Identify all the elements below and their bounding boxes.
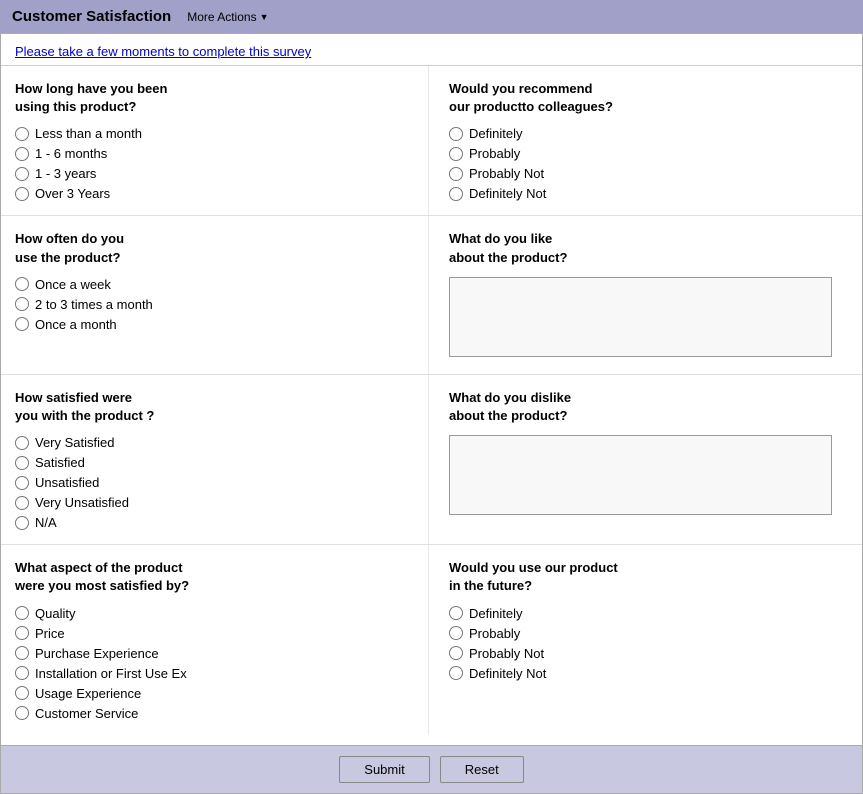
question-dislike-product: What do you dislikeabout the product? — [449, 389, 852, 425]
option-future-probably-not[interactable]: Probably Not — [449, 646, 852, 661]
section-like-product: What do you likeabout the product? — [429, 216, 862, 373]
option-1-6-months[interactable]: 1 - 6 months — [15, 146, 418, 161]
option-2-3-times-month[interactable]: 2 to 3 times a month — [15, 297, 418, 312]
options-recommend: Definitely Probably Probably Not Definit… — [449, 126, 852, 201]
option-quality[interactable]: Quality — [15, 606, 418, 621]
option-na[interactable]: N/A — [15, 515, 418, 530]
question-future-use: Would you use our productin the future? — [449, 559, 852, 595]
section-satisfied-aspect: What aspect of the productwere you most … — [1, 545, 429, 734]
dislike-product-textarea[interactable] — [449, 435, 832, 515]
question-usage-frequency: How often do youuse the product? — [15, 230, 418, 266]
option-definitely[interactable]: Definitely — [449, 126, 852, 141]
options-usage-frequency: Once a week 2 to 3 times a month Once a … — [15, 277, 418, 332]
header: Customer Satisfaction More Actions ▼ — [0, 0, 863, 33]
option-usage-experience[interactable]: Usage Experience — [15, 686, 418, 701]
options-usage-duration: Less than a month 1 - 6 months 1 - 3 yea… — [15, 126, 418, 201]
option-less-than-month[interactable]: Less than a month — [15, 126, 418, 141]
option-over-3-years[interactable]: Over 3 Years — [15, 186, 418, 201]
reset-button[interactable]: Reset — [440, 756, 524, 783]
option-future-definitely[interactable]: Definitely — [449, 606, 852, 621]
question-satisfaction: How satisfied wereyou with the product ? — [15, 389, 418, 425]
option-probably[interactable]: Probably — [449, 146, 852, 161]
option-1-3-years[interactable]: 1 - 3 years — [15, 166, 418, 181]
question-usage-duration: How long have you beenusing this product… — [15, 80, 418, 116]
section-dislike-product: What do you dislikeabout the product? — [429, 375, 862, 544]
like-product-textarea[interactable] — [449, 277, 832, 357]
option-very-satisfied[interactable]: Very Satisfied — [15, 435, 418, 450]
option-future-probably[interactable]: Probably — [449, 626, 852, 641]
page-title: Customer Satisfaction — [12, 8, 171, 25]
section-recommend: Would you recommendour productto colleag… — [429, 66, 862, 215]
section-satisfaction: How satisfied wereyou with the product ?… — [1, 375, 429, 544]
option-future-definitely-not[interactable]: Definitely Not — [449, 666, 852, 681]
submit-button[interactable]: Submit — [339, 756, 429, 783]
question-recommend: Would you recommendour productto colleag… — [449, 80, 852, 116]
option-installation[interactable]: Installation or First Use Ex — [15, 666, 418, 681]
option-probably-not[interactable]: Probably Not — [449, 166, 852, 181]
more-actions-arrow-icon: ▼ — [260, 12, 269, 22]
option-definitely-not[interactable]: Definitely Not — [449, 186, 852, 201]
survey-body: How long have you beenusing this product… — [1, 66, 862, 735]
question-satisfied-aspect: What aspect of the productwere you most … — [15, 559, 418, 595]
option-customer-service[interactable]: Customer Service — [15, 706, 418, 721]
option-price[interactable]: Price — [15, 626, 418, 641]
option-once-month[interactable]: Once a month — [15, 317, 418, 332]
survey-intro-link[interactable]: Please take a few moments to complete th… — [15, 44, 311, 59]
section-future-use: Would you use our productin the future? … — [429, 545, 862, 734]
section-usage-duration: How long have you beenusing this product… — [1, 66, 429, 215]
section-usage-frequency: How often do youuse the product? Once a … — [1, 216, 429, 373]
option-unsatisfied[interactable]: Unsatisfied — [15, 475, 418, 490]
more-actions-button[interactable]: More Actions ▼ — [187, 10, 268, 24]
question-like-product: What do you likeabout the product? — [449, 230, 852, 266]
survey-intro: Please take a few moments to complete th… — [1, 34, 862, 66]
option-satisfied[interactable]: Satisfied — [15, 455, 418, 470]
option-purchase-experience[interactable]: Purchase Experience — [15, 646, 418, 661]
options-satisfaction: Very Satisfied Satisfied Unsatisfied Ver… — [15, 435, 418, 530]
option-very-unsatisfied[interactable]: Very Unsatisfied — [15, 495, 418, 510]
options-future-use: Definitely Probably Probably Not Definit… — [449, 606, 852, 681]
option-once-week[interactable]: Once a week — [15, 277, 418, 292]
footer: Submit Reset — [1, 745, 862, 793]
